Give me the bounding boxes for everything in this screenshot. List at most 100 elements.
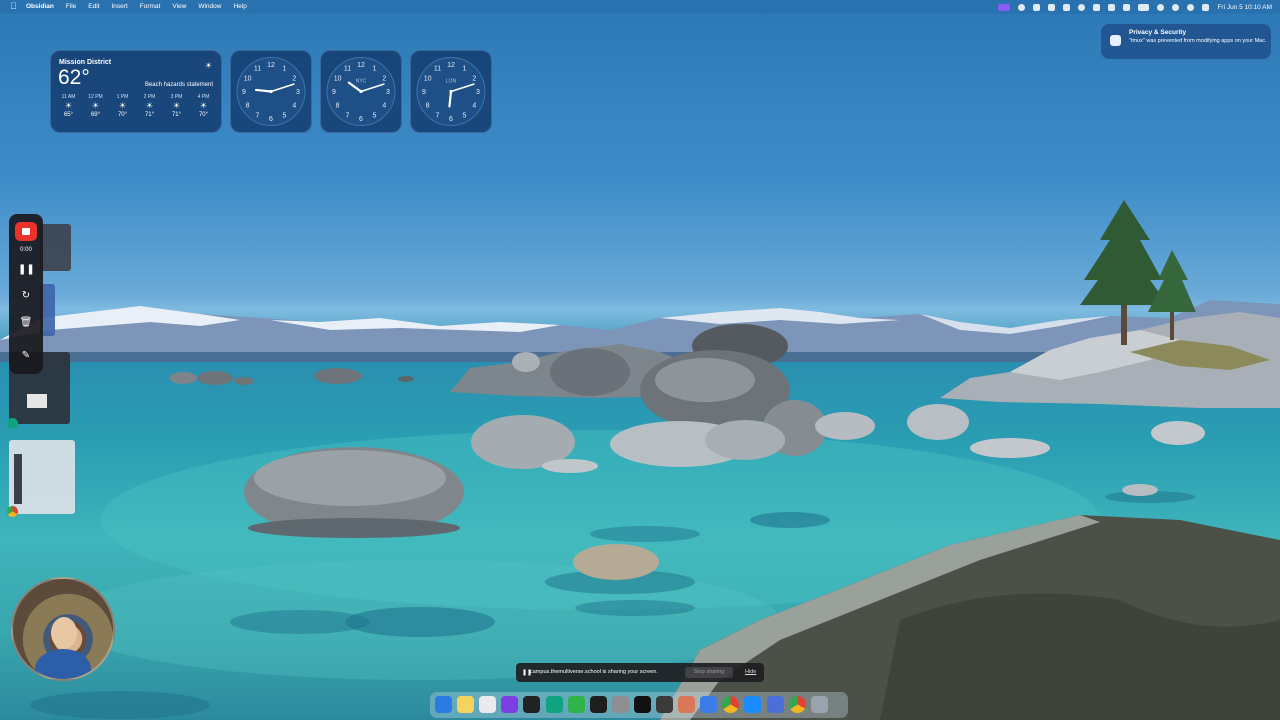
notes-icon[interactable] — [457, 696, 475, 713]
forecast-temp: 69° — [90, 112, 101, 118]
webcam-bubble[interactable] — [11, 577, 115, 681]
wifi-icon[interactable] — [1172, 3, 1180, 11]
obsidian-icon[interactable] — [501, 696, 519, 713]
clock-numeral: 7 — [346, 112, 350, 119]
forecast-hour: 12 PM ☀ 69° — [82, 94, 109, 118]
keynote-icon[interactable] — [700, 696, 718, 713]
stop-recording-button[interactable] — [15, 222, 37, 241]
numbers-icon[interactable] — [567, 696, 585, 713]
files-icon[interactable] — [1108, 3, 1116, 11]
display-icon[interactable] — [1123, 3, 1131, 11]
forecast-hour: 11 AM ☀ 65° — [55, 94, 82, 118]
terminal-icon[interactable] — [523, 696, 541, 713]
menu-bar:  Obsidian File Edit Insert Format View … — [0, 0, 1280, 14]
clock-city-label: NYC — [356, 79, 367, 85]
sharing-message: campus.themultiverse.school is sharing y… — [530, 669, 658, 675]
play-icon[interactable] — [1157, 3, 1165, 11]
sun-icon: ☀ — [64, 101, 73, 110]
clock-numeral: 5 — [463, 112, 467, 119]
control-center-icon[interactable] — [1202, 3, 1210, 11]
clock-city-label: LON — [446, 79, 457, 85]
app-status-icon[interactable] — [1033, 3, 1041, 11]
clipboard-icon[interactable] — [1048, 3, 1056, 11]
clock-face: 123456789101112 — [236, 57, 306, 126]
weather-city: Mission District — [59, 59, 112, 66]
clock-numeral: 9 — [422, 89, 426, 96]
sun-icon: ☀ — [199, 101, 208, 110]
window-thumbnail[interactable] — [9, 440, 75, 514]
forecast-temp: 70° — [117, 112, 128, 118]
window-thumbnail[interactable] — [40, 224, 71, 271]
chatgpt-icon[interactable] — [545, 696, 563, 713]
copilot-icon[interactable] — [1093, 3, 1101, 11]
capcut-icon[interactable] — [633, 696, 651, 713]
settings-icon[interactable] — [611, 696, 629, 713]
claude-icon[interactable] — [678, 696, 696, 713]
clock-numeral: 10 — [424, 76, 432, 83]
clock-widget[interactable]: 1 2 3 4 5 6 7 8 9 10 11 12 — [230, 50, 312, 133]
clock-numeral: 11 — [344, 66, 351, 73]
launchpad-icon[interactable] — [479, 696, 497, 713]
pause-icon[interactable]: ❚❚ — [18, 263, 35, 277]
safari-icon[interactable] — [744, 696, 762, 713]
chrome-dev-icon[interactable] — [788, 696, 806, 713]
apple-icon[interactable]:  — [10, 2, 18, 11]
clock-numeral: 6 — [449, 116, 453, 123]
status-area: Fri Jun 5 10:10 AM — [998, 0, 1272, 14]
extras-icon[interactable] — [1018, 3, 1026, 11]
pencil-icon[interactable]: ✎ — [18, 349, 34, 363]
menu-bar-clock[interactable]: Fri Jun 5 10:10 AM — [1217, 4, 1272, 11]
clock-numeral: 8 — [426, 103, 430, 110]
search-icon[interactable] — [1187, 3, 1195, 11]
preview-icon[interactable] — [766, 696, 784, 713]
clock-numeral: 12 — [447, 62, 455, 69]
sun-icon: ☀ — [145, 101, 154, 110]
clock-numeral: 1 — [373, 66, 377, 73]
clock-center-pin — [449, 89, 453, 94]
trash-icon[interactable] — [810, 696, 828, 713]
forecast-hour: 3 PM ☀ 71° — [163, 94, 190, 118]
clock-numeral: 9 — [242, 89, 246, 96]
privacy-notification[interactable]: Privacy & Security "tmux" was prevented … — [1101, 24, 1271, 59]
forecast-temp: 71° — [171, 112, 182, 118]
weather-forecast: 11 AM ☀ 65° 12 PM ☀ 69° 1 PM ☀ 70° 2 PM ☀ 71° 3 … — [55, 94, 217, 118]
cloud-icon[interactable] — [1063, 3, 1071, 11]
clock-face: 123456789101112NYC — [326, 57, 396, 126]
chrome-icon[interactable] — [7, 506, 18, 517]
battery-icon[interactable] — [1138, 3, 1150, 11]
forecast-hour: 4 PM ☀ 70° — [190, 94, 217, 118]
sun-icon: ☀ — [118, 101, 127, 110]
webcam-face — [51, 617, 77, 649]
menu-file[interactable]: File — [60, 0, 82, 14]
restart-icon[interactable]: ↻ — [18, 289, 34, 303]
clock-numeral: 1 — [463, 66, 467, 73]
weather-widget[interactable]: Mission District ☀ 62° Beach hazards sta… — [50, 50, 222, 133]
menu-help[interactable]: Help — [227, 0, 252, 14]
sun-icon: ☀ — [204, 61, 212, 70]
clock-numeral: 4 — [382, 103, 386, 110]
clock-numeral: 3 — [386, 89, 390, 96]
menu-window[interactable]: Window — [192, 0, 227, 14]
thumbnail-preview — [14, 454, 22, 504]
clock-hour-hand — [448, 90, 453, 108]
screen-record-status-icon[interactable] — [998, 3, 1011, 11]
thumbnail-preview — [27, 394, 47, 408]
notification-title: Privacy & Security — [1129, 29, 1187, 36]
star-icon[interactable] — [1078, 3, 1086, 11]
menu-format[interactable]: Format — [134, 0, 167, 14]
menu-app-name[interactable]: Obsidian — [0, 0, 60, 14]
menu-view[interactable]: View — [166, 0, 192, 14]
chatgpt-icon[interactable] — [7, 418, 18, 429]
menu-edit[interactable]: Edit — [82, 0, 105, 14]
hide-sharing-bar-link[interactable]: Hide — [745, 669, 756, 675]
trash-icon[interactable]: 🗑 — [18, 316, 34, 330]
activity-monitor-icon[interactable] — [656, 696, 673, 713]
menu-insert[interactable]: Insert — [106, 0, 134, 14]
cursor-icon[interactable] — [589, 696, 607, 713]
clock-widget-lon[interactable]: 1 2 3 4 5 6 7 8 9 10 11 12 LON — [410, 50, 492, 133]
sun-icon: ☀ — [91, 101, 100, 110]
stop-sharing-button[interactable]: Stop sharing — [685, 667, 733, 678]
chrome-icon[interactable] — [722, 696, 740, 713]
clock-widget-nyc[interactable]: 1 2 3 4 5 6 7 8 9 10 11 12 NYC — [320, 50, 402, 133]
finder-icon[interactable] — [435, 696, 452, 713]
